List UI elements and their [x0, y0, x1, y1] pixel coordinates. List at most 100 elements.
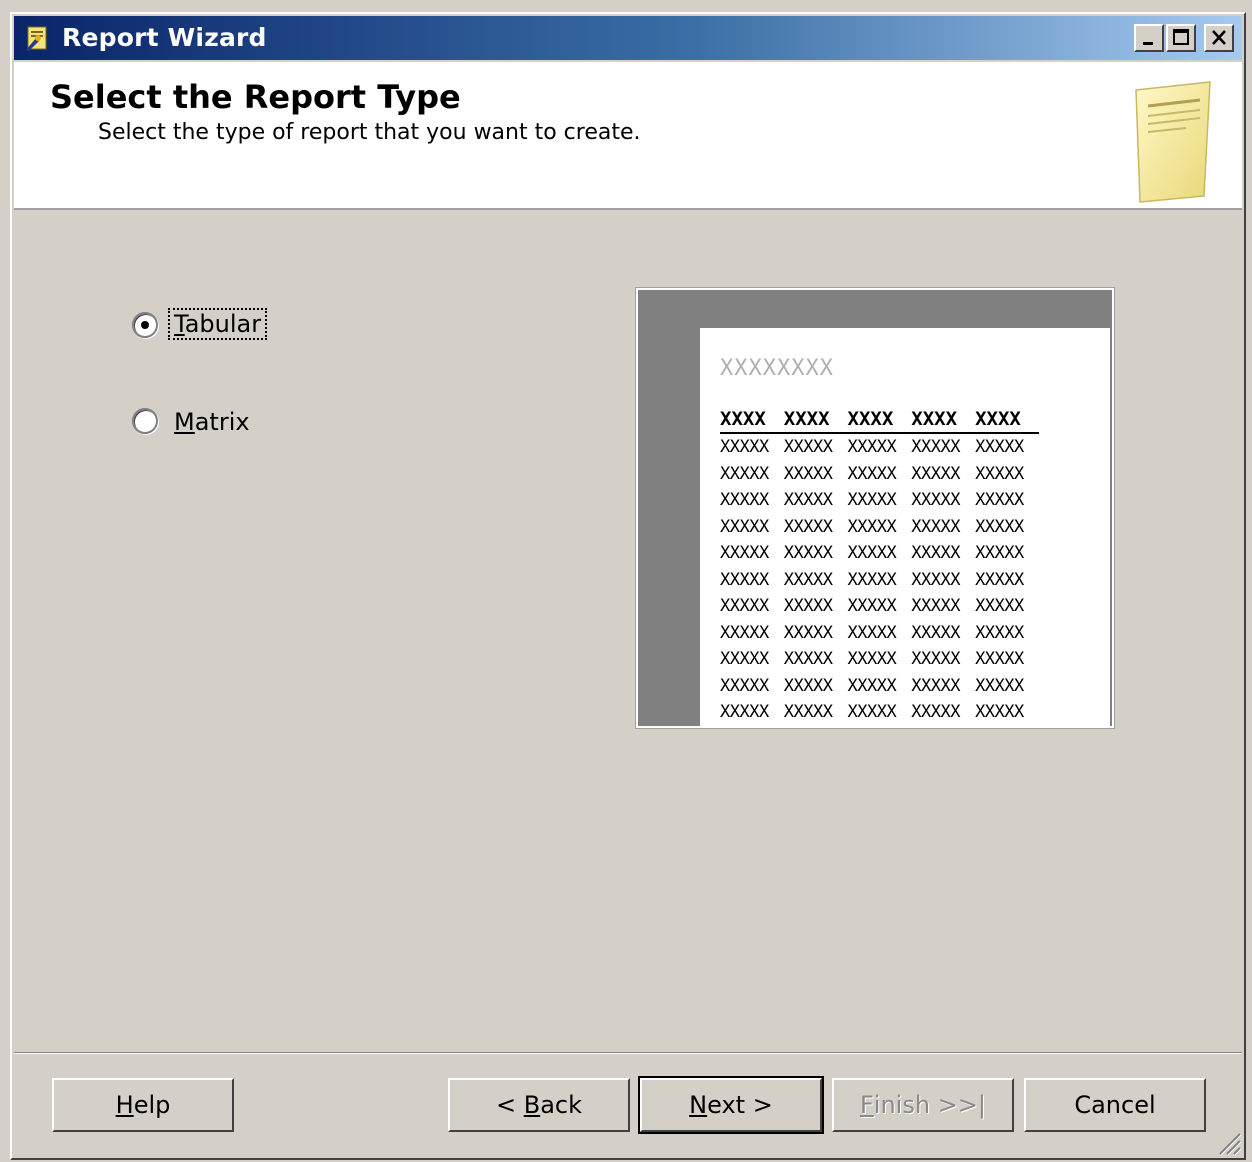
preview-cell: XXXXX	[911, 490, 960, 510]
cancel-button[interactable]: Cancel	[1024, 1078, 1206, 1132]
maximize-button[interactable]	[1166, 24, 1196, 52]
preview-row: XXXXX XXXXX XXXXX XXXXX XXXXX	[720, 461, 1039, 488]
tabular-mnemonic: T	[174, 310, 185, 338]
preview-cell: XXXXX	[975, 463, 1024, 484]
preview-cell: XXXXX	[783, 490, 833, 510]
preview-cell: XXXXX	[720, 463, 769, 484]
preview-row: XXXXX XXXXX XXXXX XXXXX XXXXX	[720, 620, 1039, 647]
window-title: Report Wizard	[62, 23, 267, 52]
preview-header-cell: XXXX	[975, 408, 1039, 434]
resize-grip-icon[interactable]	[1212, 1126, 1242, 1156]
preview-cell: XXXXX	[847, 516, 897, 537]
finish-label-rest: inish >>|	[873, 1091, 986, 1119]
wizard-header: Select the Report Type Select the type o…	[14, 62, 1242, 210]
preview-cell: XXXXX	[975, 675, 1024, 696]
preview-cell: XXXXX	[911, 702, 960, 722]
preview-page: XXXXXXXX XXXX XXXX XXXX XXXX XXXX XXXXX X…	[700, 328, 1110, 726]
preview-cell: XXXXX	[847, 596, 897, 616]
preview-cell: XXXXX	[783, 437, 833, 457]
footer-separator	[14, 1052, 1242, 1054]
tabular-label[interactable]: Tabular	[168, 308, 268, 340]
preview-cell: XXXXX	[975, 649, 1024, 669]
preview-cell: XXXXX	[911, 649, 960, 669]
report-page-icon	[1126, 80, 1218, 204]
tabular-radio[interactable]	[132, 312, 158, 338]
preview-cell: XXXXX	[783, 543, 833, 563]
title-bar[interactable]: Report Wizard	[14, 16, 1242, 60]
preview-row: XXXXX XXXXX XXXXX XXXXX XXXXX	[720, 673, 1039, 700]
finish-button[interactable]: Finish >>|	[832, 1078, 1014, 1132]
preview-cell: XXXXX	[720, 437, 769, 457]
preview-cell: XXXXX	[847, 543, 897, 563]
back-label-prefix: <	[495, 1091, 524, 1119]
preview-row: XXXXX XXXXX XXXXX XXXXX XXXXX	[720, 699, 1039, 726]
page-subtitle: Select the type of report that you want …	[98, 120, 641, 145]
preview-cell: XXXXX	[975, 490, 1024, 510]
preview-cell: XXXXX	[720, 622, 769, 643]
preview-cell: XXXXX	[911, 516, 960, 537]
preview-cell: XXXXX	[720, 649, 769, 669]
preview-cell: XXXXX	[783, 622, 833, 643]
radio-selected-dot	[141, 321, 149, 329]
preview-cell: XXXXX	[783, 516, 833, 537]
preview-cell: XXXXX	[783, 463, 833, 484]
preview-header-cell: XXXX	[720, 408, 784, 434]
preview-header-cell: XXXX	[783, 408, 848, 434]
preview-cell: XXXXX	[847, 437, 897, 457]
preview-cell: XXXXX	[783, 569, 833, 590]
preview-row: XXXXX XXXXX XXXXX XXXXX XXXXX	[720, 540, 1039, 567]
next-mnemonic: N	[689, 1091, 708, 1119]
preview-cell: XXXXX	[911, 622, 960, 643]
matrix-label[interactable]: Matrix	[168, 406, 256, 438]
help-label-rest: elp	[133, 1091, 171, 1119]
minimize-button[interactable]	[1134, 24, 1164, 52]
preview-cell: XXXXX	[975, 622, 1024, 643]
preview-cell: XXXXX	[847, 675, 897, 696]
preview-title: XXXXXXXX	[720, 356, 834, 381]
preview-cell: XXXXX	[975, 569, 1024, 590]
report-preview: XXXXXXXX XXXX XXXX XXXX XXXX XXXX XXXXX X…	[635, 287, 1115, 729]
preview-cell: XXXXX	[720, 675, 769, 696]
preview-row: XXXXX XXXXX XXXXX XXXXX XXXXX	[720, 514, 1039, 541]
matrix-mnemonic: M	[174, 408, 195, 436]
preview-cell: XXXXX	[975, 702, 1024, 722]
finish-mnemonic: F	[859, 1091, 874, 1119]
preview-cell: XXXXX	[783, 649, 833, 669]
preview-cell: XXXXX	[911, 543, 960, 563]
preview-cell: XXXXX	[847, 569, 897, 590]
preview-header-cell: XXXX	[911, 408, 976, 434]
preview-cell: XXXXX	[911, 596, 960, 616]
preview-cell: XXXXX	[911, 569, 960, 590]
next-button[interactable]: Next >	[638, 1076, 824, 1134]
back-mnemonic: B	[523, 1091, 541, 1119]
preview-row: XXXXX XXXXX XXXXX XXXXX XXXXX	[720, 487, 1039, 514]
preview-row: XXXXX XXXXX XXXXX XXXXX XXXXX	[720, 646, 1039, 673]
help-button[interactable]: Help	[52, 1078, 234, 1132]
back-button[interactable]: < Back	[448, 1078, 630, 1132]
page-title: Select the Report Type	[50, 78, 461, 116]
preview-cell: XXXXX	[720, 702, 769, 722]
preview-cell: XXXXX	[720, 490, 769, 510]
preview-header-cell: XXXX	[847, 408, 912, 434]
maximize-icon	[1173, 29, 1189, 45]
preview-row: XXXXX XXXXX XXXXX XXXXX XXXXX	[720, 593, 1039, 620]
back-label-rest: ack	[540, 1091, 583, 1119]
preview-cell: XXXXX	[720, 596, 769, 616]
preview-cell: XXXXX	[847, 463, 897, 484]
preview-cell: XXXXX	[911, 437, 960, 457]
preview-cell: XXXXX	[783, 675, 833, 696]
preview-cell: XXXXX	[847, 490, 897, 510]
preview-cell: XXXXX	[847, 702, 897, 722]
matrix-radio[interactable]	[132, 408, 158, 434]
preview-cell: XXXXX	[911, 463, 960, 484]
preview-table: XXXX XXXX XXXX XXXX XXXX XXXXX XXXXX XXXXX…	[720, 408, 1039, 726]
minimize-icon	[1143, 42, 1153, 45]
preview-body: XXXXX XXXXX XXXXX XXXXX XXXXX XXXXX XXXXX XXXXX…	[720, 433, 1039, 726]
preview-cell: XXXXX	[975, 596, 1024, 616]
preview-cell: XXXXX	[975, 516, 1024, 537]
preview-cell: XXXXX	[783, 596, 833, 616]
preview-cell: XXXXX	[720, 569, 769, 590]
preview-cell: XXXXX	[720, 543, 769, 563]
preview-header-row: XXXX XXXX XXXX XXXX XXXX	[720, 408, 1039, 434]
close-button[interactable]	[1204, 24, 1234, 52]
